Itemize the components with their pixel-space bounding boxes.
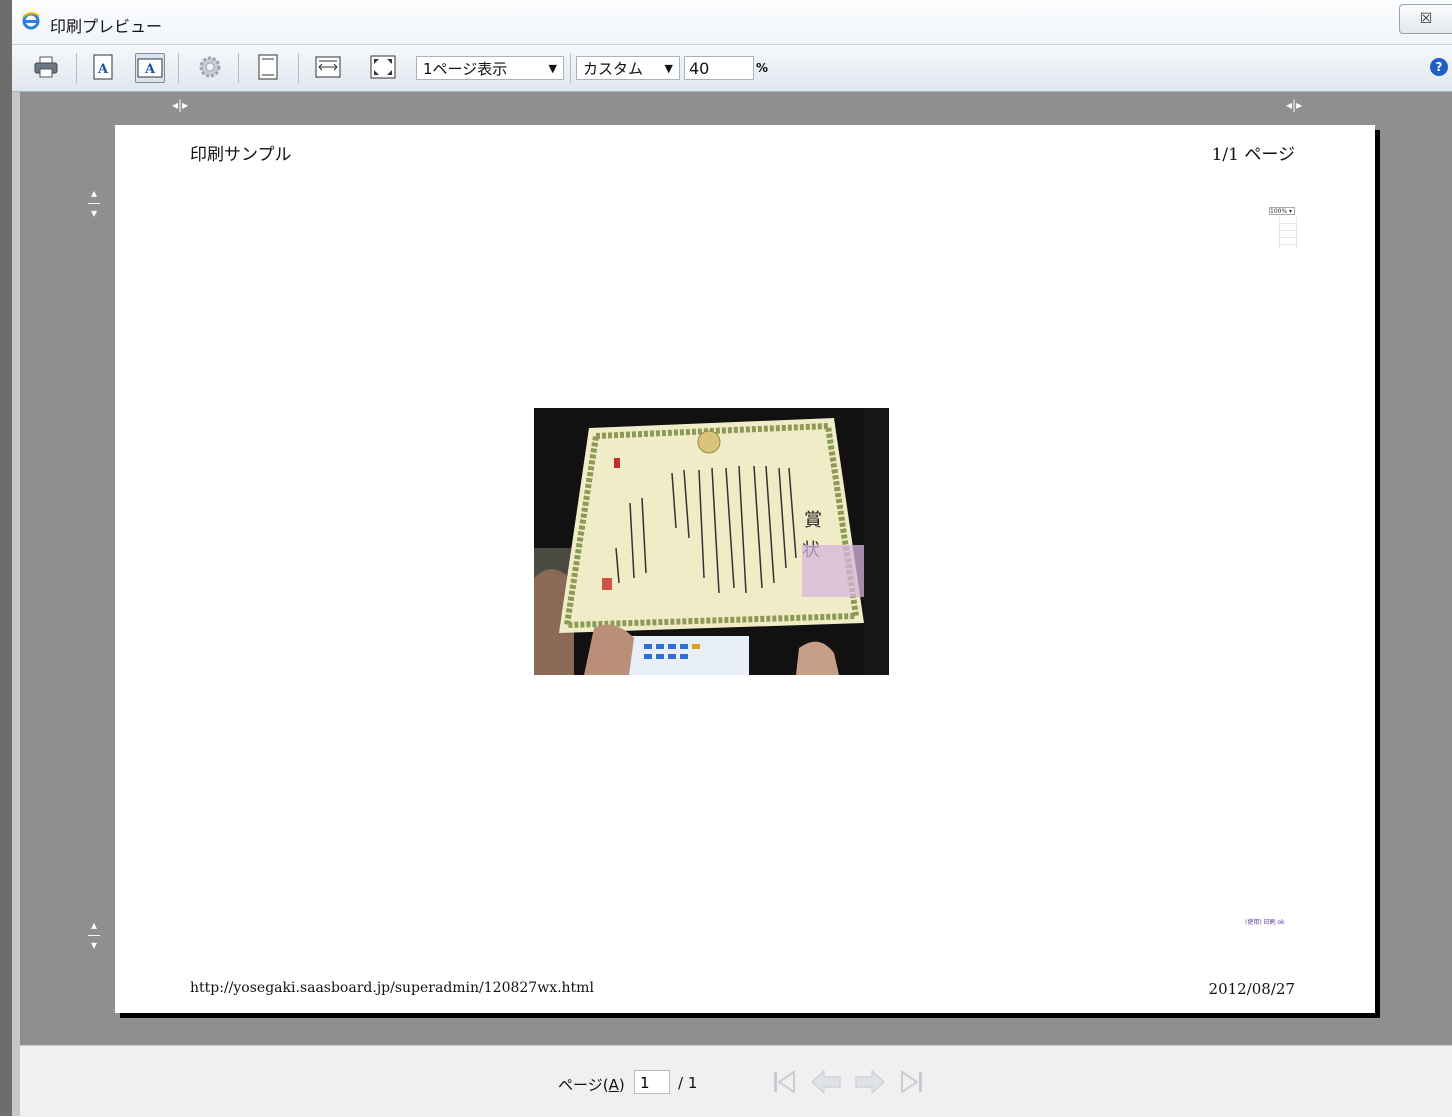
landscape-button[interactable]: A bbox=[135, 53, 165, 83]
svg-text:賞: 賞 bbox=[804, 510, 822, 531]
view-mode-value: 1ページ表示 bbox=[423, 60, 508, 78]
total-pages: / 1 bbox=[678, 1074, 698, 1092]
next-page-button[interactable] bbox=[854, 1068, 886, 1096]
arrow-right-icon bbox=[855, 1069, 885, 1095]
toolbar-separator bbox=[178, 53, 179, 83]
window-left-edge bbox=[0, 0, 12, 1116]
fit-page-icon bbox=[370, 55, 396, 79]
first-page-button[interactable] bbox=[768, 1068, 800, 1096]
gear-icon bbox=[199, 56, 221, 78]
chevron-down-icon: ▼ bbox=[548, 62, 557, 75]
zoom-percent-input[interactable]: 40 bbox=[684, 56, 754, 80]
portrait-button[interactable]: A bbox=[89, 53, 117, 81]
full-page-button[interactable] bbox=[369, 53, 397, 81]
fit-width-icon bbox=[315, 56, 341, 78]
toolbar: A A 1ページ表示 ▼ カスタム ▼ 40 % ? bbox=[12, 45, 1452, 92]
header-footer-icon bbox=[258, 54, 278, 80]
current-page-input[interactable]: 1 bbox=[634, 1070, 670, 1094]
right-margin-handle-icon[interactable]: ◂|▸ bbox=[1286, 98, 1302, 112]
chevron-down-icon: ▼ bbox=[664, 62, 673, 75]
page-footer-url: http://yosegaki.saasboard.jp/superadmin/… bbox=[190, 980, 594, 996]
printer-icon bbox=[34, 56, 58, 78]
print-preview-window: 印刷プレビュー ☒ A A 1ページ表示 ▼ カスタム ▼ 40 % ? ◂|▸… bbox=[0, 0, 1452, 1117]
first-page-icon bbox=[774, 1070, 795, 1094]
certificate-photo: 賞 状 bbox=[534, 408, 889, 675]
zoom-percent-unit: % bbox=[756, 61, 769, 75]
svg-text:A: A bbox=[97, 62, 109, 77]
toolbar-separator bbox=[570, 53, 571, 83]
top-margin-handle-icon[interactable]: ▴ ― ▾ bbox=[88, 187, 100, 219]
zoom-mode-value: カスタム bbox=[583, 60, 644, 78]
title-bar: 印刷プレビュー ☒ bbox=[12, 0, 1452, 45]
mini-footer-note: (使用) 印刷 ok bbox=[1245, 919, 1285, 926]
preview-page: 印刷サンプル 1/1 ページ 100% ▾ 賞 (使用) 印刷 ok http:… bbox=[115, 125, 1375, 1013]
headers-footers-button[interactable] bbox=[254, 53, 282, 81]
page-header-right: 1/1 ページ bbox=[1211, 145, 1295, 165]
last-page-icon bbox=[901, 1070, 922, 1094]
arrow-left-icon bbox=[811, 1069, 841, 1095]
ie-app-icon bbox=[22, 12, 40, 30]
page-footer-date: 2012/08/27 bbox=[1208, 980, 1295, 998]
help-icon[interactable]: ? bbox=[1430, 58, 1448, 76]
svg-text:A: A bbox=[144, 62, 156, 77]
close-button[interactable]: ☒ bbox=[1399, 4, 1452, 34]
page-header-left: 印刷サンプル bbox=[190, 145, 292, 165]
landscape-page-icon: A bbox=[137, 58, 163, 78]
toolbar-separator bbox=[76, 53, 77, 83]
last-page-button[interactable] bbox=[896, 1068, 928, 1096]
page-label: ページ(A) bbox=[558, 1076, 625, 1094]
portrait-page-icon: A bbox=[93, 54, 113, 80]
zoom-mode-select[interactable]: カスタム ▼ bbox=[576, 56, 680, 80]
full-width-button[interactable] bbox=[314, 53, 342, 81]
toolbar-separator bbox=[238, 53, 239, 83]
bottom-margin-handle-icon[interactable]: ▴ ― ▾ bbox=[88, 919, 100, 951]
print-button[interactable] bbox=[32, 53, 60, 81]
left-margin-handle-icon[interactable]: ◂|▸ bbox=[172, 98, 188, 112]
toolbar-separator bbox=[298, 53, 299, 83]
window-title: 印刷プレビュー bbox=[50, 17, 163, 36]
page-setup-button[interactable] bbox=[196, 53, 224, 81]
view-mode-select[interactable]: 1ページ表示 ▼ bbox=[416, 56, 564, 80]
left-scroll-bar bbox=[12, 92, 20, 1116]
previous-page-button[interactable] bbox=[810, 1068, 842, 1096]
mini-zoom-select: 100% ▾ bbox=[1269, 207, 1295, 215]
page-navigation-bar: ページ(A) 1 / 1 bbox=[20, 1045, 1452, 1117]
mini-grid bbox=[1279, 217, 1297, 249]
